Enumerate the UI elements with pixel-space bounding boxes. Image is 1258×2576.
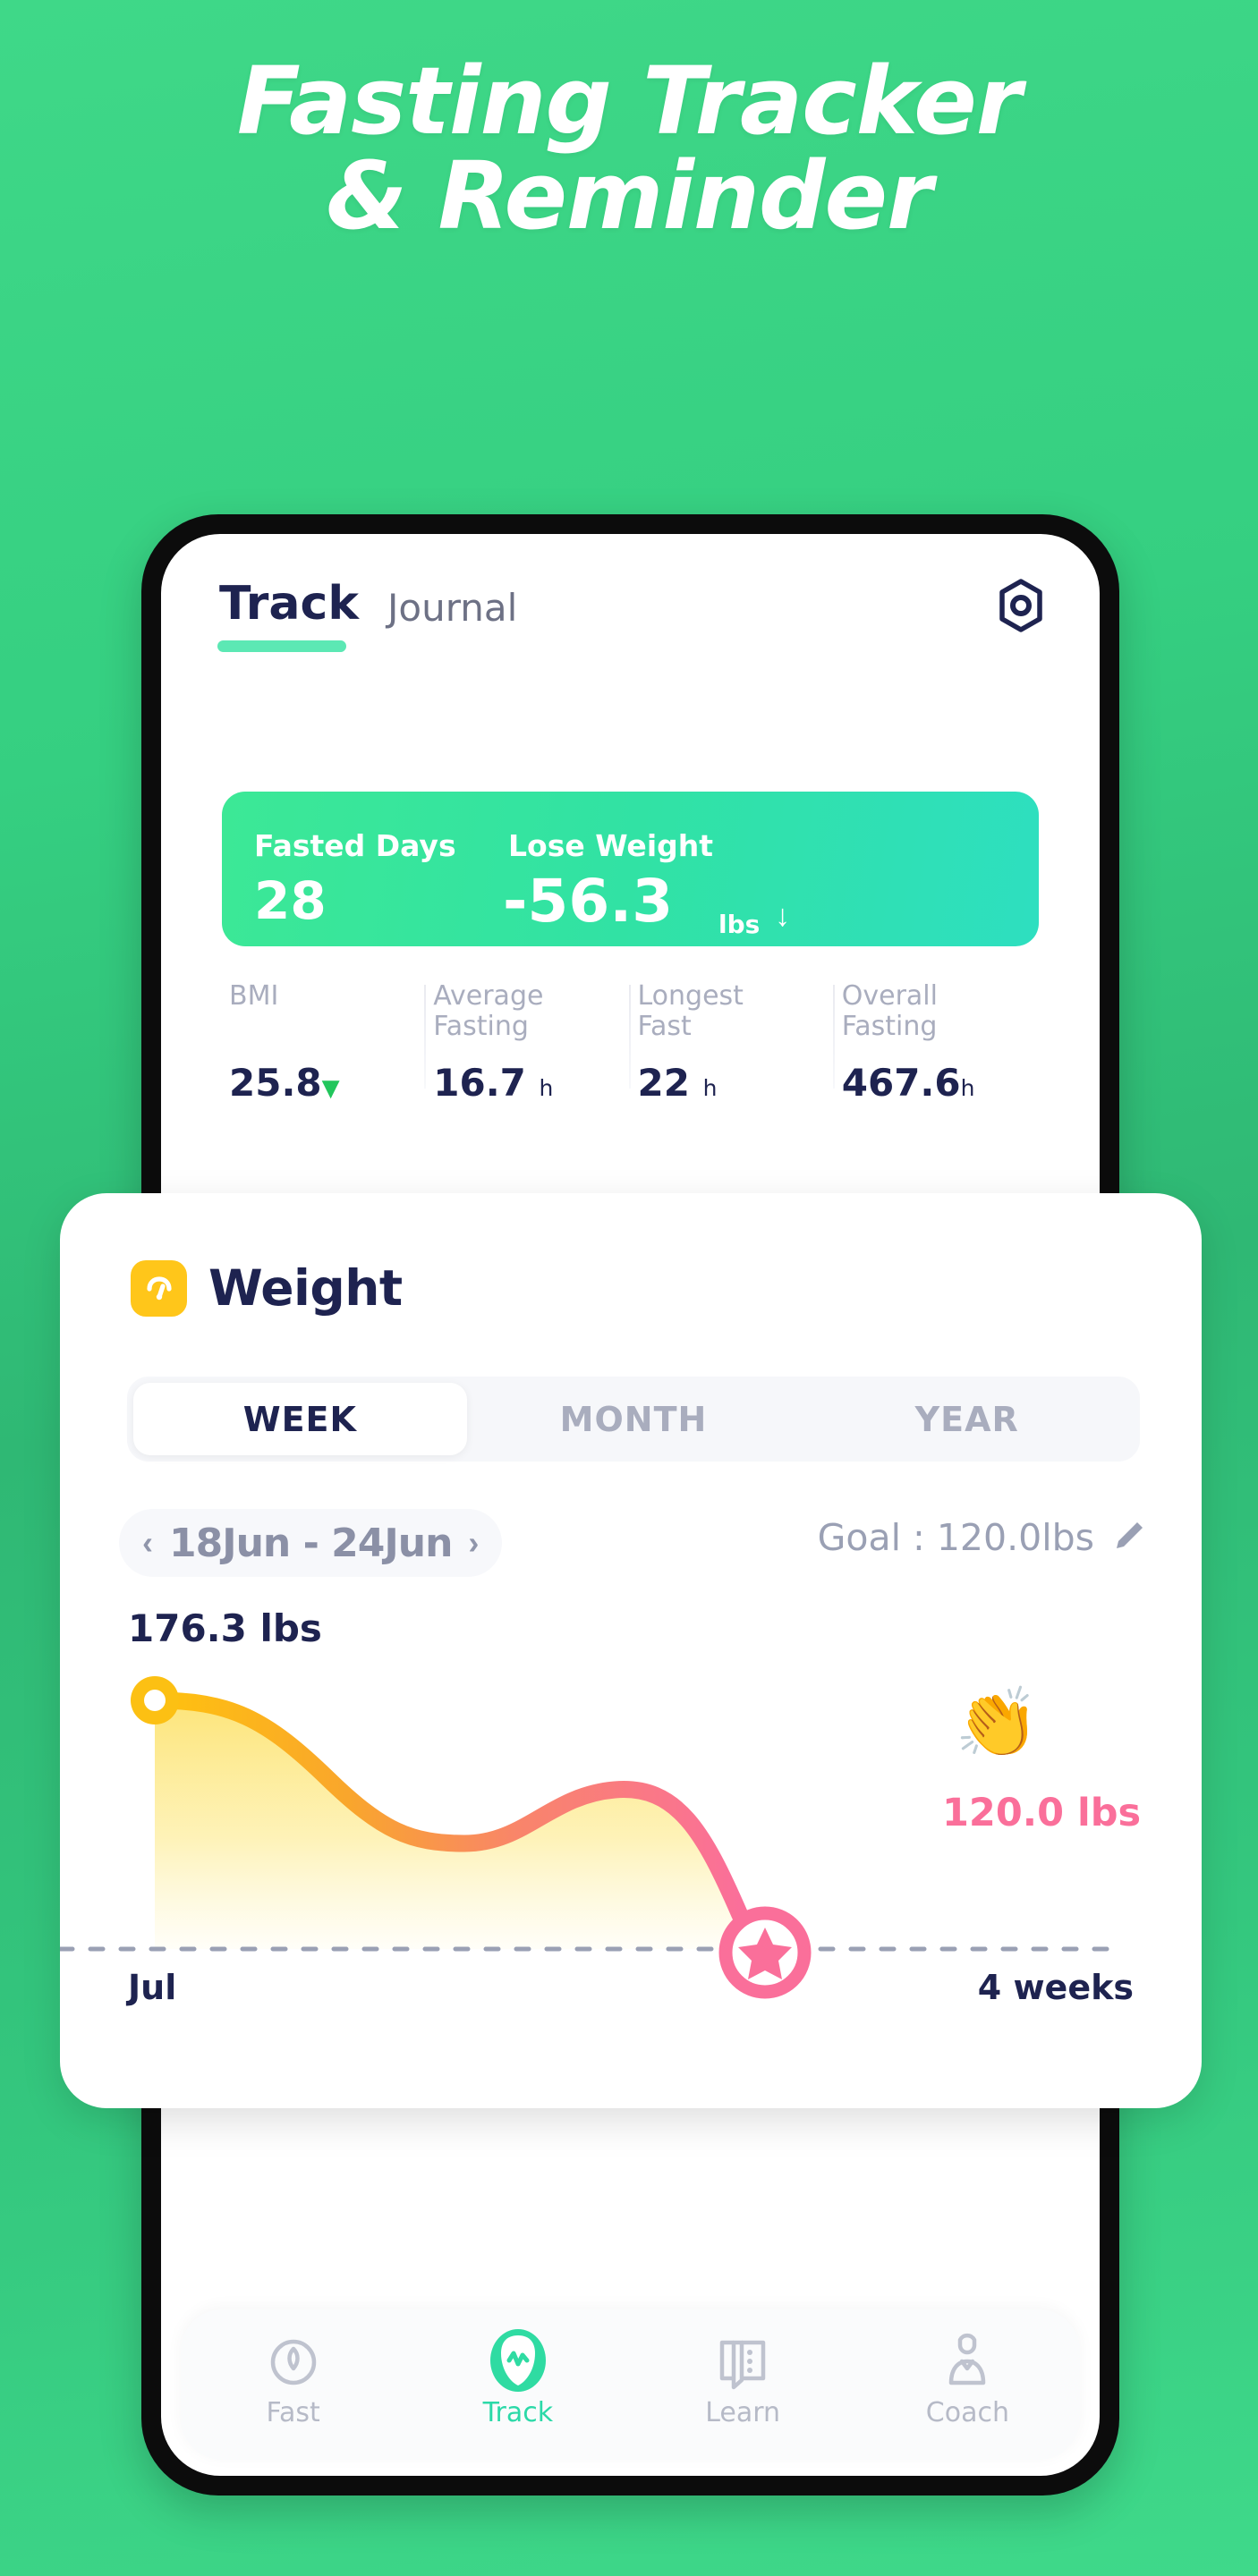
nav-item-learn[interactable]: Learn — [653, 2326, 832, 2428]
range-tab-year[interactable]: YEAR — [800, 1383, 1134, 1455]
date-navigation-row: ‹ 18Jun - 24Jun › Goal : 120.0lbs — [119, 1509, 1148, 1580]
nav-item-coach[interactable]: Coach — [878, 2326, 1057, 2428]
nav-item-fast[interactable]: Fast — [204, 2326, 383, 2428]
date-range-pill: ‹ 18Jun - 24Jun › — [119, 1509, 503, 1577]
nav-item-track[interactable]: Track — [429, 2326, 608, 2428]
mini-stat-average-fasting: Average Fasting 16.7 h — [424, 980, 630, 1106]
nav-label: Fast — [266, 2397, 320, 2428]
mini-stat-label: Longest Fast — [637, 980, 744, 1042]
down-arrow-icon: ↓ — [775, 899, 790, 933]
mini-stat-label: Overall Fasting — [841, 980, 938, 1042]
fasted-days-value: 28 — [254, 870, 327, 931]
pulse-shield-icon — [429, 2326, 608, 2395]
nav-label: Learn — [705, 2397, 781, 2428]
weight-card-title: Weight — [208, 1259, 403, 1317]
headline-line-2: & Reminder — [326, 141, 933, 251]
lose-weight-unit: lbs — [718, 910, 761, 939]
chevron-right-icon[interactable]: › — [468, 1527, 479, 1559]
bottom-navigation: Fast Track Learn Coach — [181, 2309, 1080, 2460]
mini-stat-label: BMI — [229, 980, 279, 1012]
timer-ring-icon — [204, 2326, 383, 2395]
chart-axis-left-label: Jul — [128, 1968, 177, 2007]
chart-area-fill — [155, 1700, 740, 1949]
app-header: Track Journal — [161, 534, 1100, 677]
hex-gear-icon[interactable] — [992, 577, 1050, 634]
mini-stat-value: 22 h — [638, 1061, 718, 1105]
mini-stat-unit: h — [539, 1075, 554, 1101]
headline-line-1: Fasting Tracker — [236, 47, 1022, 156]
celebrate-emoji: 👏 — [955, 1685, 1040, 1761]
goal-section[interactable]: Goal : 120.0lbs — [818, 1516, 1148, 1559]
scale-gauge-icon — [131, 1259, 187, 1317]
mini-stat-label: Average Fasting — [433, 980, 544, 1042]
range-tab-month[interactable]: MONTH — [467, 1383, 801, 1455]
mini-stat-value: 16.7 h — [433, 1061, 553, 1105]
tab-track[interactable]: Track — [219, 577, 359, 631]
mini-stat-longest-fast: Longest Fast 22 h — [628, 980, 835, 1106]
weight-card: Weight WEEK MONTH YEAR ‹ 18Jun - 24Jun ›… — [60, 1193, 1202, 2108]
chevron-left-icon[interactable]: ‹ — [142, 1527, 153, 1559]
goal-text: Goal : 120.0lbs — [817, 1516, 1094, 1559]
tab-track-underline — [217, 640, 346, 652]
mini-stat-overall-fasting: Overall Fasting 467.6h — [832, 980, 1039, 1106]
pencil-icon[interactable] — [1110, 1517, 1148, 1559]
chart-axis-right-label: 4 weeks — [977, 1968, 1134, 2007]
mini-stat-unit: h — [960, 1075, 975, 1101]
range-tab-week[interactable]: WEEK — [133, 1383, 467, 1455]
chart-goal-value-label: 120.0 lbs — [942, 1791, 1142, 1835]
page-title: Fasting Tracker & Reminder — [0, 54, 1258, 243]
mini-stat-number: 22 — [637, 1061, 690, 1105]
nav-label: Track — [482, 2397, 554, 2428]
range-segmented-control: WEEK MONTH YEAR — [127, 1377, 1140, 1462]
mini-stat-number: 25.8 — [229, 1061, 322, 1105]
mini-stat-number: 16.7 — [433, 1061, 526, 1105]
mini-stat-number: 467.6 — [841, 1061, 961, 1105]
weight-card-header: Weight — [131, 1259, 403, 1317]
tab-journal[interactable]: Journal — [387, 586, 517, 630]
mini-stat-value: 25.8▼ — [229, 1061, 340, 1105]
lose-weight-value: -56.3 — [503, 867, 674, 936]
mini-stat-bmi: BMI 25.8▼ — [222, 981, 426, 1106]
open-book-icon — [653, 2326, 832, 2395]
person-coach-icon — [878, 2326, 1057, 2395]
mini-stats-row: BMI 25.8▼ Average Fasting 16.7 h Longest… — [222, 981, 1039, 1106]
mini-stat-value: 467.6h — [842, 1061, 975, 1105]
summary-stat-card: Fasted Days 28 Lose Weight -56.3 lbs ↓ — [222, 792, 1039, 946]
bmi-down-arrow-icon: ▼ — [321, 1075, 340, 1102]
chart-start-value-label: 176.3 lbs — [128, 1606, 322, 1650]
nav-label: Coach — [925, 2397, 1009, 2428]
mini-stat-unit: h — [702, 1075, 718, 1101]
date-range-text: 18Jun - 24Jun — [169, 1520, 453, 1566]
fasted-days-label: Fasted Days — [254, 828, 456, 863]
lose-weight-label: Lose Weight — [508, 828, 714, 863]
